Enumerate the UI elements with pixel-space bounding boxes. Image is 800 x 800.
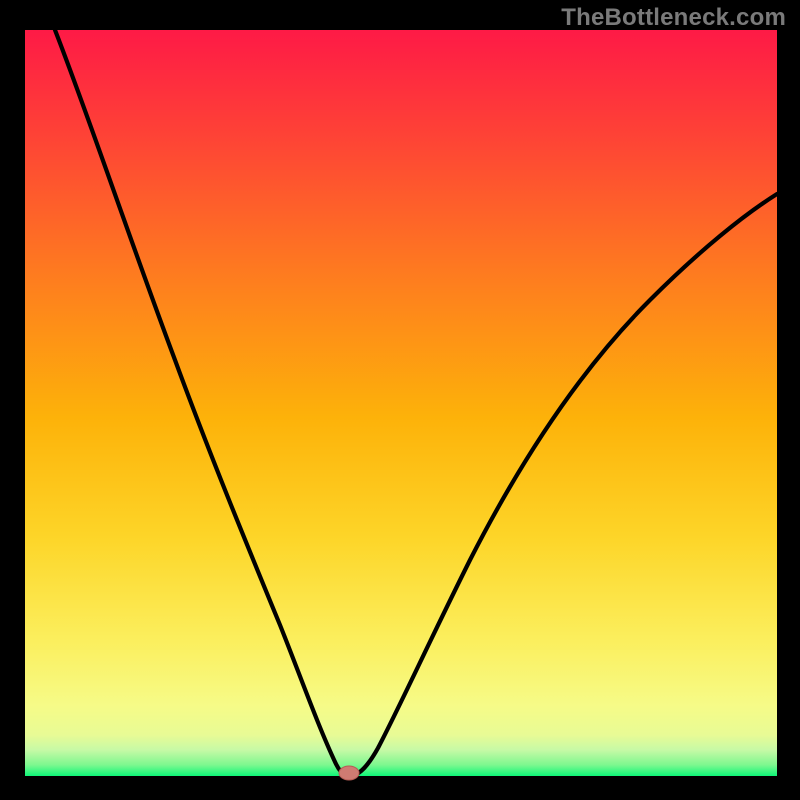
plot-background: [25, 30, 777, 776]
watermark-text: TheBottleneck.com: [561, 4, 786, 32]
chart-frame: { "watermark": "TheBottleneck.com", "col…: [0, 0, 800, 800]
optimal-marker: [339, 766, 359, 780]
chart-svg: [0, 0, 800, 800]
